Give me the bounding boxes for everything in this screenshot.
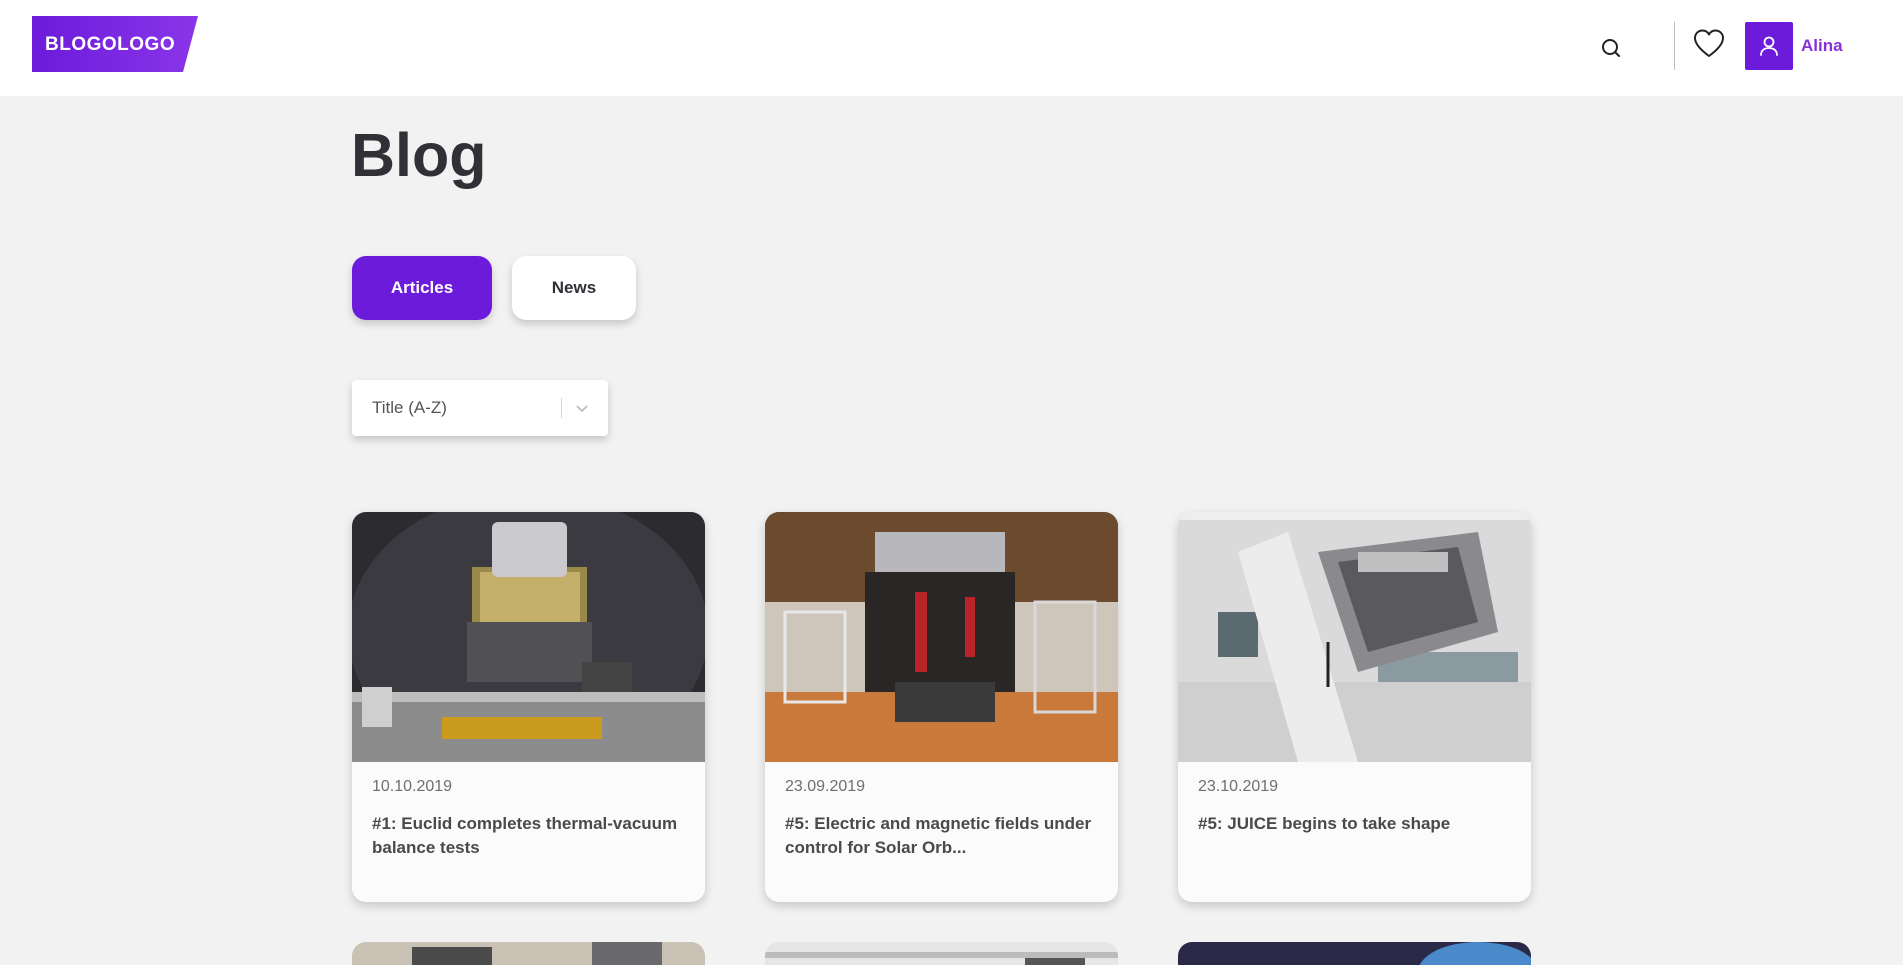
tab-articles[interactable]: Articles <box>352 256 492 320</box>
article-title[interactable]: #1: Euclid completes thermal-vacuum bala… <box>372 812 687 860</box>
article-card-image-partial[interactable] <box>352 942 705 965</box>
logo-text: BLOGOLOGO <box>45 34 176 55</box>
article-title[interactable]: #5: Electric and magnetic fields under c… <box>785 812 1100 860</box>
article-image <box>352 512 705 762</box>
user-icon <box>1760 36 1778 56</box>
article-date: 23.09.2019 <box>785 778 866 795</box>
page-title: Blog <box>351 121 487 189</box>
chevron-down-icon[interactable] <box>574 400 590 416</box>
top-header: BLOGOLOGO Alina <box>0 0 1903 96</box>
article-card-image-partial[interactable] <box>1178 942 1531 965</box>
article-title[interactable]: #5: JUICE begins to take shape <box>1198 812 1513 836</box>
header-divider <box>1674 22 1675 70</box>
article-card[interactable]: 23.09.2019 #5: Electric and magnetic fie… <box>765 512 1118 902</box>
search-button[interactable] <box>1596 34 1626 64</box>
article-date: 10.10.2019 <box>372 778 453 795</box>
article-card[interactable]: 10.10.2019 #1: Euclid completes thermal-… <box>352 512 705 902</box>
sort-select[interactable]: Title (A-Z) <box>352 380 608 436</box>
user-name[interactable]: Alina <box>1801 36 1843 56</box>
heart-icon <box>1694 29 1724 57</box>
article-image <box>765 512 1118 762</box>
article-card-image-partial[interactable] <box>765 942 1118 965</box>
sort-select-value: Title (A-Z) <box>372 398 447 417</box>
article-card[interactable]: 23.10.2019 #5: JUICE begins to take shap… <box>1178 512 1531 902</box>
sort-select-separator <box>561 398 562 418</box>
favorites-button[interactable] <box>1692 27 1726 61</box>
search-icon <box>1602 39 1620 57</box>
tab-news[interactable]: News <box>512 256 636 320</box>
logo[interactable]: BLOGOLOGO <box>32 16 198 72</box>
article-date: 23.10.2019 <box>1198 778 1279 795</box>
article-image <box>1178 512 1531 762</box>
user-menu[interactable]: Alina <box>1745 22 1843 70</box>
avatar[interactable] <box>1745 22 1793 70</box>
